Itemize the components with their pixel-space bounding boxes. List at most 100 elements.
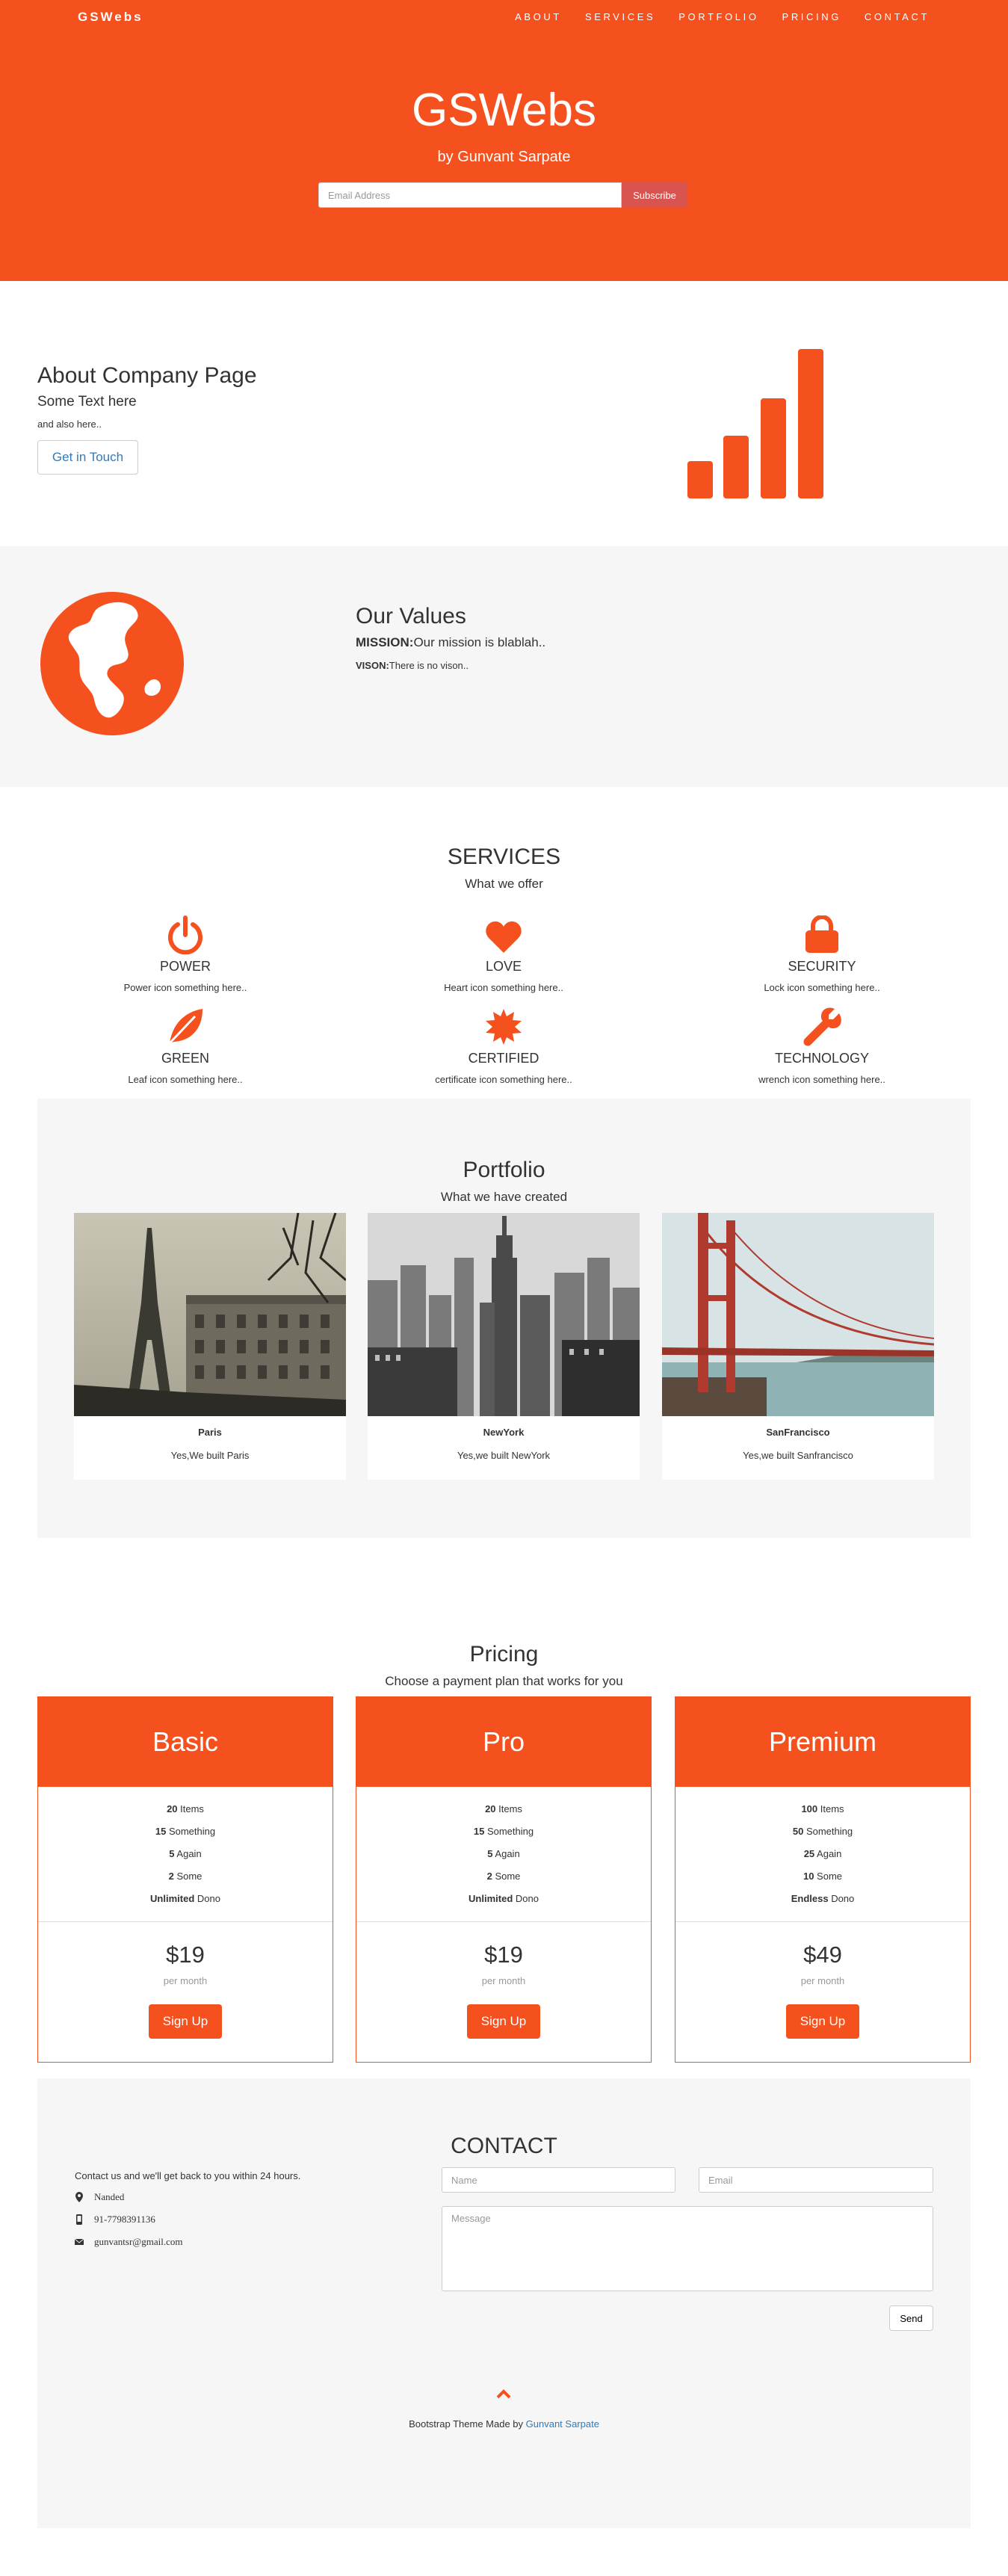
service-power: POWER Power icon something here.. xyxy=(36,912,335,993)
portfolio-card-desc: Yes,we built NewYork xyxy=(457,1450,551,1461)
mission-label: MISSION: xyxy=(356,635,414,649)
service-name: TECHNOLOGY xyxy=(774,1051,870,1066)
mission-statement: MISSION:Our mission is blablah.. xyxy=(356,635,545,650)
nav-portfolio[interactable]: PORTFOLIO xyxy=(678,11,758,22)
newyork-image xyxy=(368,1213,640,1416)
portfolio-card-desc: Yes,We built Paris xyxy=(170,1450,250,1461)
plan-feature: 2 Some xyxy=(486,1871,521,1882)
phone-icon xyxy=(76,2214,82,2225)
hero-banner xyxy=(0,0,1008,281)
chevron-up-icon[interactable] xyxy=(496,2388,511,2399)
hero-title: GSWebs xyxy=(412,84,596,136)
paris-image xyxy=(74,1213,346,1416)
portfolio-subtitle: What we have created xyxy=(440,1190,568,1204)
plan-features: 20 Items 15 Something 5 Again 2 Some Unl… xyxy=(38,1787,333,1922)
brand-logo[interactable]: GSWebs xyxy=(78,10,143,25)
main-nav: ABOUT SERVICES PORTFOLIO PRICING CONTACT xyxy=(515,11,930,22)
service-name: CERTIFIED xyxy=(468,1051,539,1066)
plan-price: $19 xyxy=(166,1942,205,1968)
plan-feature: 20 Items xyxy=(485,1803,522,1814)
about-subtext: and also here.. xyxy=(37,418,102,430)
plan-basic: Basic 20 Items 15 Something 5 Again 2 So… xyxy=(37,1696,333,2063)
portfolio-card-desc: Yes,we built Sanfrancisco xyxy=(743,1450,853,1461)
service-desc: Lock icon something here.. xyxy=(764,982,880,993)
portfolio-title: Portfolio xyxy=(463,1158,545,1182)
service-love: LOVE Heart icon something here.. xyxy=(354,912,653,993)
service-desc: Heart icon something here.. xyxy=(444,982,563,993)
wrench-icon xyxy=(803,1007,841,1046)
subscribe-button[interactable]: Subscribe xyxy=(622,182,687,208)
lock-icon xyxy=(806,915,838,953)
nav-pricing[interactable]: PRICING xyxy=(782,11,841,22)
portfolio-card-title: SanFrancisco xyxy=(766,1427,830,1438)
portfolio-card-paris[interactable]: Paris Yes,We built Paris xyxy=(74,1213,346,1480)
nav-contact[interactable]: CONTACT xyxy=(865,11,930,22)
service-name: POWER xyxy=(159,959,211,974)
subscribe-email-input[interactable] xyxy=(318,182,622,208)
name-field[interactable] xyxy=(442,2167,675,2193)
map-marker-icon xyxy=(75,2192,83,2202)
leaf-icon xyxy=(168,1009,202,1045)
plan-feature: Endless Dono xyxy=(791,1893,855,1904)
portfolio-card-sanfrancisco[interactable]: SanFrancisco Yes,we built Sanfrancisco xyxy=(662,1213,934,1480)
service-certified: CERTIFIED certificate icon something her… xyxy=(354,1004,653,1085)
services-title: SERVICES xyxy=(447,844,561,869)
contact-email: gunvantsr@gmail.com xyxy=(75,2236,182,2248)
plan-period: per month xyxy=(163,1975,208,1986)
sign-up-button[interactable]: Sign Up xyxy=(467,2004,540,2039)
service-technology: TECHNOLOGY wrench icon something here.. xyxy=(672,1004,971,1085)
vision-text: There is no vison.. xyxy=(389,660,469,671)
envelope-icon xyxy=(75,2238,84,2245)
sanfrancisco-image xyxy=(662,1213,934,1416)
plan-feature: 5 Again xyxy=(487,1848,520,1859)
plan-feature: 2 Some xyxy=(168,1871,202,1882)
sign-up-button[interactable]: Sign Up xyxy=(786,2004,859,2039)
portfolio-card-newyork[interactable]: NewYork Yes,we built NewYork xyxy=(368,1213,640,1480)
footer-credit: Bootstrap Theme Made by Gunvant Sarpate xyxy=(409,2418,599,2430)
plan-features: 100 Items 50 Something 25 Again 10 Some … xyxy=(675,1787,970,1922)
plan-price: $49 xyxy=(803,1942,842,1968)
plan-feature: 5 Again xyxy=(169,1848,202,1859)
get-in-touch-button[interactable]: Get in Touch xyxy=(37,440,138,475)
message-field[interactable] xyxy=(442,2206,933,2291)
footer-author-link[interactable]: Gunvant Sarpate xyxy=(526,2418,599,2430)
sign-up-button[interactable]: Sign Up xyxy=(149,2004,222,2039)
about-title: About Company Page xyxy=(37,363,257,388)
plan-feature: Unlimited Dono xyxy=(150,1893,220,1904)
plan-pro: Pro 20 Items 15 Something 5 Again 2 Some… xyxy=(356,1696,652,2063)
plan-name: Pro xyxy=(356,1697,651,1787)
plan-feature: Unlimited Dono xyxy=(469,1893,539,1904)
nav-services[interactable]: SERVICES xyxy=(585,11,655,22)
service-name: SECURITY xyxy=(788,959,856,974)
plan-feature: 15 Something xyxy=(473,1826,534,1837)
plan-feature: 25 Again xyxy=(803,1848,842,1859)
plan-name: Basic xyxy=(38,1697,333,1787)
service-desc: certificate icon something here.. xyxy=(435,1074,572,1085)
service-security: SECURITY Lock icon something here.. xyxy=(672,912,971,993)
services-subtitle: What we offer xyxy=(465,877,543,891)
contact-phone: 91-7798391136 xyxy=(75,2214,155,2226)
certificate-icon xyxy=(486,1009,522,1045)
plan-price: $19 xyxy=(484,1942,523,1968)
service-desc: wrench icon something here.. xyxy=(758,1074,885,1085)
about-text: Some Text here xyxy=(37,394,137,410)
plan-name: Premium xyxy=(675,1697,970,1787)
plan-feature: 100 Items xyxy=(801,1803,844,1814)
plan-feature: 10 Some xyxy=(803,1871,843,1882)
service-desc: Power icon something here.. xyxy=(123,982,247,993)
plan-period: per month xyxy=(481,1975,526,1986)
mission-text: Our mission is blablah.. xyxy=(413,635,546,649)
heart-icon xyxy=(486,921,522,953)
nav-about[interactable]: ABOUT xyxy=(515,11,562,22)
email-field[interactable] xyxy=(699,2167,933,2193)
plan-feature: 50 Something xyxy=(792,1826,853,1837)
vision-statement: VISON:There is no vison.. xyxy=(356,660,469,671)
plan-period: per month xyxy=(800,1975,845,1986)
service-desc: Leaf icon something here.. xyxy=(128,1074,243,1085)
pricing-subtitle: Choose a payment plan that works for you xyxy=(385,1674,623,1688)
contact-intro: Contact us and we'll get back to you wit… xyxy=(75,2170,301,2181)
service-name: LOVE xyxy=(485,959,522,974)
plan-feature: 15 Something xyxy=(155,1826,216,1837)
contact-location: Nanded xyxy=(75,2191,124,2203)
send-button[interactable]: Send xyxy=(889,2305,933,2331)
